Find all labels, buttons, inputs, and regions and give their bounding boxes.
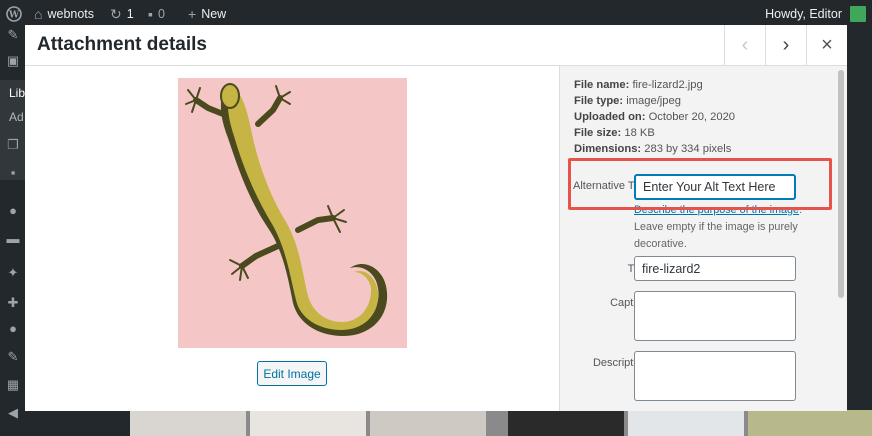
new-content-link[interactable]: + New bbox=[188, 0, 226, 28]
home-icon: ⌂ bbox=[34, 6, 43, 22]
menu-add-label[interactable]: Ad bbox=[9, 110, 24, 124]
file-name: fire-lizard2.jpg bbox=[632, 79, 703, 91]
tools-icon[interactable]: ✦ bbox=[5, 266, 21, 280]
title-input[interactable]: fire-lizard2 bbox=[634, 256, 796, 281]
uploaded-row: Uploaded on: October 20, 2020 bbox=[574, 111, 736, 123]
site-name-link[interactable]: ⌂ webnots bbox=[34, 0, 94, 28]
account-link[interactable]: Howdy, Editor bbox=[765, 0, 842, 28]
image-preview-pane: Edit Image bbox=[25, 66, 559, 411]
menu-library-label[interactable]: Lib bbox=[9, 86, 25, 100]
attachment-image bbox=[178, 78, 407, 348]
updates-link[interactable]: ↻ 1 bbox=[110, 0, 134, 28]
admin-bar: W ⌂ webnots ↻ 1 ▪ 0 + New Howdy, Editor bbox=[0, 0, 872, 28]
plugins-icon[interactable]: ✚ bbox=[5, 296, 21, 310]
file-type-row: File type: image/jpeg bbox=[574, 95, 681, 107]
file-size-row: File size: 18 KB bbox=[574, 127, 655, 139]
scrollbar[interactable] bbox=[838, 70, 844, 298]
settings-icon[interactable]: ▦ bbox=[5, 378, 21, 392]
comments-link[interactable]: ▪ 0 bbox=[148, 0, 165, 28]
close-icon: × bbox=[821, 34, 833, 56]
wrench-icon[interactable]: ✎ bbox=[5, 350, 21, 364]
file-details: File name: fire-lizard2.jpg File type: i… bbox=[574, 77, 735, 157]
next-button[interactable]: › bbox=[765, 25, 806, 66]
modal-header: Attachment details ‹ › × bbox=[25, 25, 847, 66]
description-textarea[interactable] bbox=[634, 351, 796, 401]
svg-text:W: W bbox=[8, 11, 20, 21]
file-type: image/jpeg bbox=[626, 95, 681, 107]
comment-icon: ▪ bbox=[148, 6, 153, 22]
close-button[interactable]: × bbox=[806, 25, 847, 66]
media-icon[interactable]: ▣ bbox=[5, 54, 21, 68]
modal-title: Attachment details bbox=[37, 34, 207, 55]
comments-menu-icon[interactable]: ▪ bbox=[5, 166, 21, 180]
site-name: webnots bbox=[47, 7, 95, 21]
media-grid-background bbox=[130, 410, 872, 436]
circle-icon[interactable]: ● bbox=[5, 204, 21, 218]
collapse-icon[interactable]: ◀ bbox=[5, 406, 21, 420]
lizard-illustration bbox=[185, 83, 388, 337]
alt-text-highlight-box bbox=[568, 158, 832, 210]
refresh-icon: ↻ bbox=[110, 6, 122, 22]
avatar[interactable] bbox=[850, 6, 866, 22]
howdy-text: Howdy, Editor bbox=[765, 7, 842, 21]
previous-button[interactable]: ‹ bbox=[724, 25, 765, 66]
file-name-row: File name: fire-lizard2.jpg bbox=[574, 79, 703, 91]
admin-menu: ✎ ▣ Lib Ad ❐ ▪ ● ▬ ✦ ✚ ● ✎ ▦ ◀ bbox=[0, 28, 26, 436]
users-icon[interactable]: ● bbox=[5, 322, 21, 336]
folder-icon[interactable]: ▬ bbox=[5, 232, 21, 246]
updates-count: 1 bbox=[126, 7, 134, 21]
chevron-right-icon: › bbox=[782, 34, 790, 56]
pin-icon[interactable]: ✎ bbox=[5, 28, 21, 42]
dimensions-row: Dimensions: 283 by 334 pixels bbox=[574, 143, 732, 155]
caption-textarea[interactable] bbox=[634, 291, 796, 341]
wordpress-logo-icon[interactable]: W bbox=[6, 0, 22, 28]
pages-icon[interactable]: ❐ bbox=[5, 138, 21, 152]
new-label: New bbox=[201, 7, 227, 21]
edit-image-button[interactable]: Edit Image bbox=[257, 361, 327, 386]
dimensions: 283 by 334 pixels bbox=[644, 143, 732, 155]
plus-icon: + bbox=[188, 6, 197, 22]
chevron-left-icon: ‹ bbox=[741, 34, 749, 56]
uploaded-date: October 20, 2020 bbox=[648, 111, 736, 123]
comments-count: 0 bbox=[157, 7, 165, 21]
file-size: 18 KB bbox=[624, 127, 655, 139]
